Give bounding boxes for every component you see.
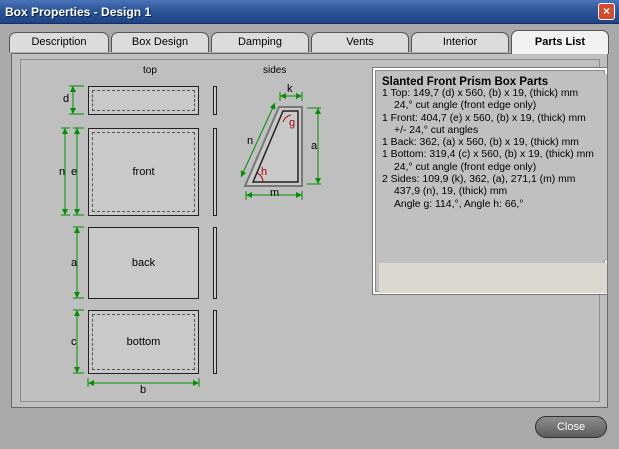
tab-panel: top sides front back bottom d n e a c b … [11, 53, 608, 408]
parts-list-line: Angle g: 114,°, Angle h: 66,° [394, 198, 524, 210]
dialog-window: Box Properties - Design 1 × Description … [0, 0, 619, 449]
dim-a-side: a [311, 140, 318, 152]
back-panel-label: back [131, 257, 156, 269]
parts-list-title: Slanted Front Prism Box Parts [382, 76, 549, 88]
dim-k: k [287, 83, 293, 95]
parts-diagram-area: top sides front back bottom d n e a c b … [20, 59, 608, 402]
parts-list-footer [379, 263, 607, 293]
front-panel: front [88, 128, 199, 216]
angle-h: h [261, 166, 268, 178]
front-panel-edge [213, 128, 217, 216]
dim-m: m [270, 187, 280, 199]
parts-list-panel[interactable]: Slanted Front Prism Box Parts 1 Top: 149… [372, 67, 608, 295]
dim-d: d [63, 93, 70, 105]
tab-interior[interactable]: Interior [411, 32, 509, 52]
tab-description[interactable]: Description [9, 32, 109, 52]
dim-e: e [71, 166, 78, 178]
parts-list-line: 437,9 (n), 19, (thick) mm [394, 186, 508, 198]
parts-list-line: 24,° cut angle (front edge only) [394, 100, 537, 112]
sides-view-label: sides [263, 65, 287, 76]
dim-a: a [71, 257, 78, 269]
parts-list-line: 1 Back: 362, (a) x 560, (b) x 19, (thick… [382, 137, 579, 149]
top-panel [88, 86, 199, 115]
dim-c: c [71, 336, 77, 348]
parts-list-text[interactable]: Slanted Front Prism Box Parts 1 Top: 149… [379, 74, 607, 261]
dim-n: n [59, 166, 66, 178]
dim-b: b [140, 384, 147, 396]
close-button[interactable]: Close [535, 416, 607, 438]
front-panel-label: front [132, 166, 155, 178]
parts-list-line: 1 Top: 149,7 (d) x 560, (b) x 19, (thick… [382, 88, 579, 99]
parts-list-line: 24,° cut angle (front edge only) [394, 161, 537, 173]
top-view-label: top [143, 65, 157, 76]
back-panel-edge [213, 227, 217, 299]
title-bar[interactable]: Box Properties - Design 1 × [0, 0, 619, 24]
parts-list-line: 1 Front: 404,7 (e) x 560, (b) x 19, (thi… [382, 112, 586, 124]
parts-list-line: 1 Bottom: 319,4 (c) x 560, (b) x 19, (th… [382, 149, 594, 161]
tab-box-design[interactable]: Box Design [111, 32, 209, 52]
angle-g: g [289, 117, 296, 129]
tab-parts-list[interactable]: Parts List [511, 30, 609, 54]
window-title: Box Properties - Design 1 [5, 5, 152, 19]
tab-damping[interactable]: Damping [211, 32, 309, 52]
bottom-panel: bottom [88, 310, 199, 374]
bottom-panel-edge [213, 310, 217, 374]
top-panel-edge [213, 86, 217, 115]
dim-n-side: n [247, 135, 254, 147]
window-close-icon[interactable]: × [598, 3, 615, 20]
bottom-panel-label: bottom [126, 336, 161, 348]
parts-list-line: +/- 24,° cut angles [394, 124, 479, 136]
parts-list-line: 2 Sides: 109,9 (k), 362, (a), 271,1 (m) … [382, 174, 576, 186]
tab-strip: Description Box Design Damping Vents Int… [9, 30, 609, 54]
tab-vents[interactable]: Vents [311, 32, 409, 52]
back-panel: back [88, 227, 199, 299]
